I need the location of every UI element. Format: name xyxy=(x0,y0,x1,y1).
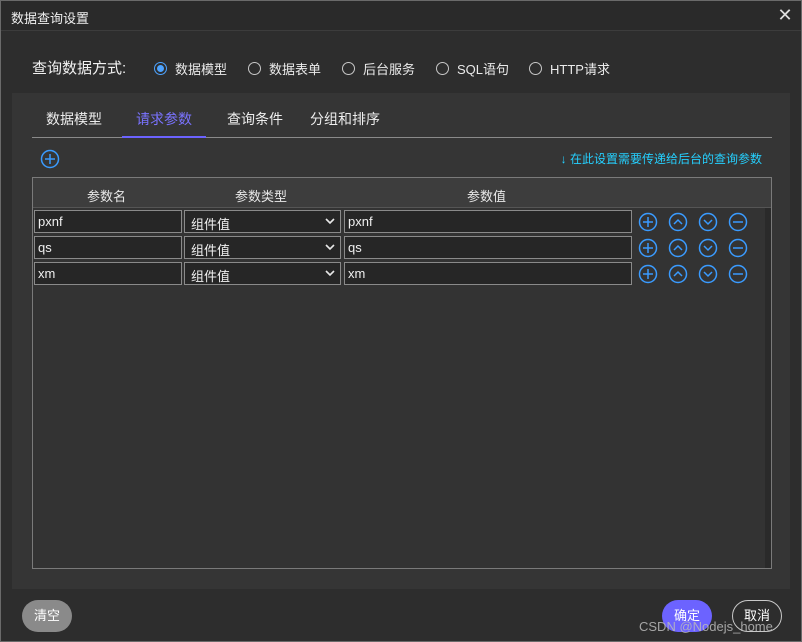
header-param-name: 参数名 xyxy=(87,189,127,204)
radio-sql[interactable]: SQL语句 xyxy=(436,59,509,77)
watermark: CSDN @Nodejs_home xyxy=(639,619,773,634)
param-name-input[interactable]: qs xyxy=(34,236,182,259)
clear-button[interactable]: 清空 xyxy=(22,600,72,632)
plus-circle-icon[interactable] xyxy=(638,212,658,232)
header-param-type: 参数类型 xyxy=(235,189,288,204)
param-value-input[interactable]: pxnf xyxy=(344,210,632,233)
tab-group-sort[interactable]: 分组和排序 xyxy=(310,109,380,138)
radio-indicator[interactable] xyxy=(436,61,449,75)
chevron-up-circle-icon[interactable] xyxy=(668,264,688,284)
table-row: pxnf 组件值 pxnf xyxy=(33,210,771,234)
radio-label: HTTP请求 xyxy=(550,61,610,77)
radio-label: SQL语句 xyxy=(457,61,510,77)
radio-indicator[interactable] xyxy=(248,61,261,75)
table-header: 参数名 参数类型 参数值 xyxy=(33,178,771,208)
tab-data-model[interactable]: 数据模型 xyxy=(46,109,102,138)
table-row: xm 组件值 xm xyxy=(33,262,771,286)
radio-data-model[interactable]: 数据模型 xyxy=(154,59,227,77)
plus-circle-icon[interactable] xyxy=(638,238,658,258)
minus-circle-icon[interactable] xyxy=(728,212,748,232)
param-type-select[interactable]: 组件值 xyxy=(184,236,341,259)
chevron-up-circle-icon[interactable] xyxy=(668,212,688,232)
radio-indicator[interactable] xyxy=(342,61,355,75)
param-name-input[interactable]: xm xyxy=(34,262,182,285)
header-param-value: 参数值 xyxy=(467,189,507,204)
params-table: 参数名 参数类型 参数值 pxnf 组件值 pxnf qs 组件值 qs xm … xyxy=(32,177,772,569)
chevron-down-icon xyxy=(325,244,335,251)
param-type-value: 组件值 xyxy=(191,269,231,284)
chevron-down-icon xyxy=(325,270,335,277)
radio-label: 后台服务 xyxy=(363,61,416,77)
radio-label: 数据模型 xyxy=(175,61,228,77)
query-settings-dialog: 数据查询设置 ✕ 查询数据方式: 数据模型 数据表单 后台服务 SQL语句 HT… xyxy=(0,0,802,642)
chevron-down-circle-icon[interactable] xyxy=(698,212,718,232)
params-hint: ↓ 在此设置需要传递给后台的查询参数 xyxy=(560,152,762,166)
radio-label: 数据表单 xyxy=(269,61,322,77)
add-param-icon[interactable] xyxy=(40,149,60,169)
param-name-input[interactable]: pxnf xyxy=(34,210,182,233)
chevron-up-circle-icon[interactable] xyxy=(668,238,688,258)
query-mode-row: 查询数据方式: 数据模型 数据表单 后台服务 SQL语句 HTTP请求 xyxy=(12,43,790,93)
query-mode-label: 查询数据方式: xyxy=(32,60,127,77)
close-icon[interactable]: ✕ xyxy=(775,5,795,25)
settings-tabs: 数据模型 请求参数 查询条件 分组和排序 xyxy=(32,103,772,138)
dialog-title: 数据查询设置 xyxy=(11,11,90,26)
radio-data-form[interactable]: 数据表单 xyxy=(248,59,321,77)
param-type-select[interactable]: 组件值 xyxy=(184,210,341,233)
param-type-value: 组件值 xyxy=(191,217,231,232)
param-value-input[interactable]: xm xyxy=(344,262,632,285)
radio-backend-service[interactable]: 后台服务 xyxy=(342,59,415,77)
tab-query-conditions[interactable]: 查询条件 xyxy=(227,109,283,138)
radio-indicator[interactable] xyxy=(154,61,167,75)
param-value-input[interactable]: qs xyxy=(344,236,632,259)
param-type-value: 组件值 xyxy=(191,243,231,258)
minus-circle-icon[interactable] xyxy=(728,264,748,284)
radio-http[interactable]: HTTP请求 xyxy=(529,59,610,77)
chevron-down-circle-icon[interactable] xyxy=(698,264,718,284)
param-type-select[interactable]: 组件值 xyxy=(184,262,341,285)
chevron-down-circle-icon[interactable] xyxy=(698,238,718,258)
minus-circle-icon[interactable] xyxy=(728,238,748,258)
settings-panel: 查询数据方式: 数据模型 数据表单 后台服务 SQL语句 HTTP请求 数据模型… xyxy=(12,43,790,589)
title-bar: 数据查询设置 ✕ xyxy=(1,1,801,31)
radio-indicator[interactable] xyxy=(529,61,542,75)
table-row: qs 组件值 qs xyxy=(33,236,771,260)
plus-circle-icon[interactable] xyxy=(638,264,658,284)
tab-request-params[interactable]: 请求参数 xyxy=(122,109,206,138)
chevron-down-icon xyxy=(325,218,335,225)
